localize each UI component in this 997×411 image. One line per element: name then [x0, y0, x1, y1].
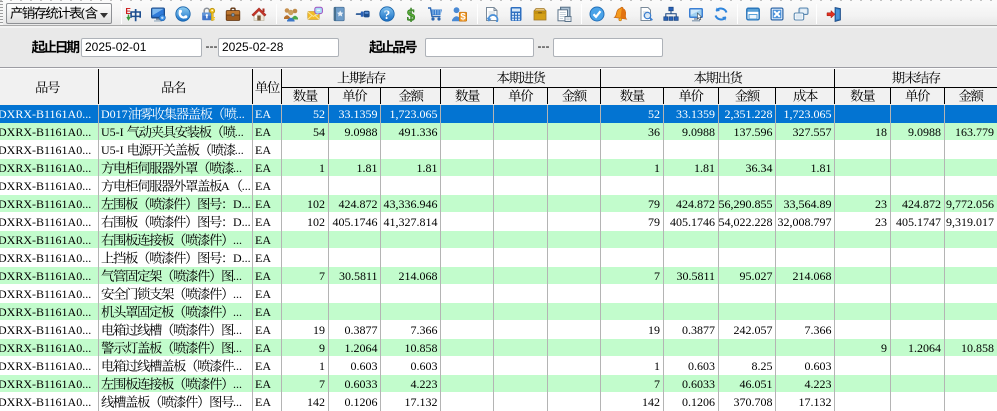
svg-text:?: ?: [384, 7, 391, 22]
svg-text:$: $: [407, 6, 416, 22]
svg-text:$: $: [460, 12, 466, 22]
